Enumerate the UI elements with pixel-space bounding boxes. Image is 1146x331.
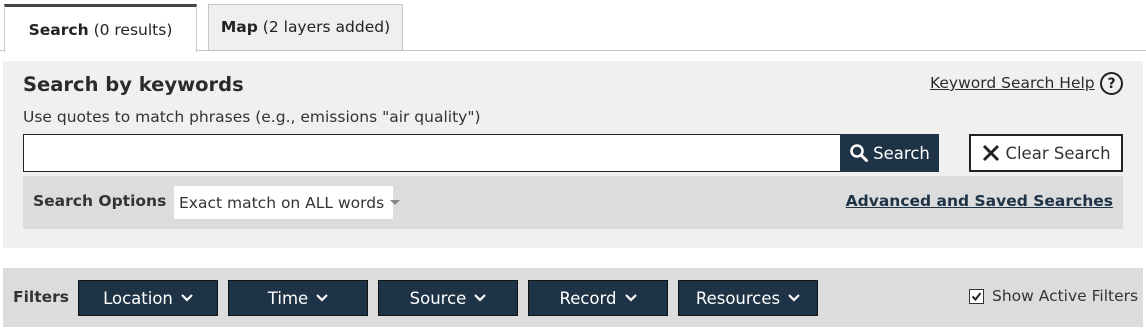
tab-map[interactable]: Map (2 layers added) [208, 4, 403, 50]
tab-bar: Search (0 results) Map (2 layers added) [0, 0, 1146, 52]
question-circle-icon[interactable]: ? [1100, 72, 1123, 95]
filter-record-button[interactable]: Record [528, 280, 668, 316]
chevron-down-icon [788, 294, 800, 302]
search-options-select[interactable]: Exact match on ALL words [174, 186, 401, 219]
show-active-filters-label: Show Active Filters [992, 287, 1139, 305]
chevron-down-icon [181, 294, 193, 302]
close-icon [983, 144, 1000, 162]
advanced-saved-searches-link[interactable]: Advanced and Saved Searches [846, 192, 1113, 210]
search-options-bar: Search Options Exact match on ALL words … [23, 176, 1123, 229]
clear-search-button[interactable]: Clear Search [969, 134, 1123, 172]
tab-map-count: (2 layers added) [262, 17, 391, 36]
show-active-filters-checkbox[interactable] [969, 288, 984, 304]
keyword-search-input[interactable] [23, 134, 841, 172]
clear-search-label: Clear Search [1005, 143, 1111, 163]
search-button-label: Search [873, 143, 930, 163]
search-icon [850, 144, 869, 162]
filter-source-label: Source [409, 288, 467, 308]
filter-resources-button[interactable]: Resources [678, 280, 818, 316]
filter-location-button[interactable]: Location [78, 280, 218, 316]
tab-search-label: Search [28, 21, 89, 39]
show-active-filters-toggle[interactable]: Show Active Filters [969, 287, 1138, 305]
search-options-label: Search Options [33, 192, 167, 210]
chevron-down-icon [624, 294, 637, 302]
keyword-search-panel: Search by keywords Keyword Search Help ?… [3, 61, 1143, 248]
chevron-down-icon [390, 200, 401, 205]
chevron-down-icon [474, 294, 487, 302]
search-button[interactable]: Search [840, 134, 939, 172]
filters-label: Filters [13, 288, 70, 306]
tab-search[interactable]: Search (0 results) [4, 4, 197, 52]
filters-bar: Filters Location Time Source Record Reso… [3, 268, 1143, 327]
filter-resources-label: Resources [695, 288, 781, 308]
keyword-search-hint: Use quotes to match phrases (e.g., emiss… [23, 108, 481, 126]
filter-time-button[interactable]: Time [228, 280, 368, 316]
filter-record-label: Record [559, 288, 617, 308]
keyword-search-help-link[interactable]: Keyword Search Help [930, 74, 1095, 92]
filter-location-label: Location [103, 288, 173, 308]
filter-time-label: Time [267, 288, 309, 308]
chevron-down-icon [316, 294, 328, 302]
checkmark-icon [971, 291, 982, 301]
tab-map-label: Map [220, 17, 258, 36]
tab-search-count: (0 results) [93, 21, 173, 39]
filter-source-button[interactable]: Source [378, 280, 518, 316]
search-options-selected: Exact match on ALL words [179, 193, 385, 212]
keyword-search-title: Search by keywords [23, 73, 244, 96]
